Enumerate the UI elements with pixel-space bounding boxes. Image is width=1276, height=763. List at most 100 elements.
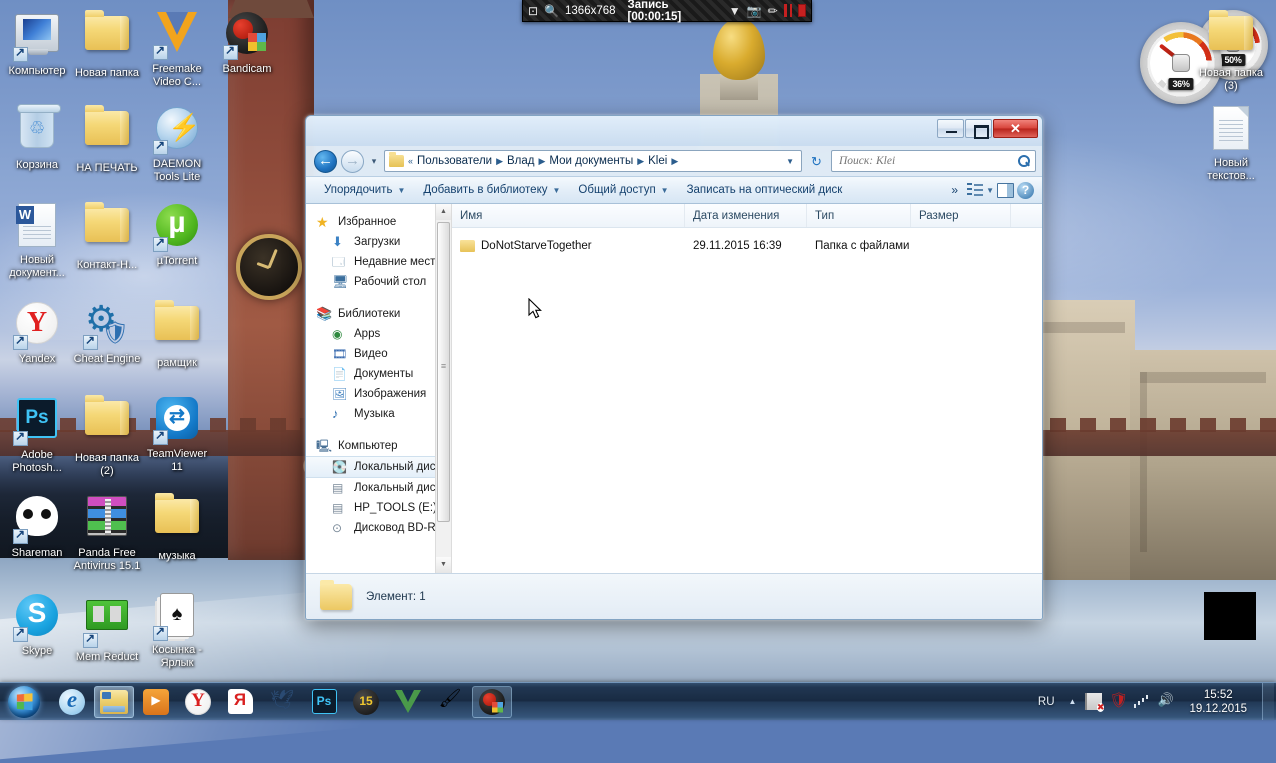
taskbar[interactable]: RU ▲ 15:52 19.12.2015 bbox=[0, 682, 1276, 720]
sidebar-item-local-disk-c[interactable]: 💽 Локальный диск bbox=[306, 456, 451, 478]
camera-icon[interactable]: 📷 bbox=[747, 4, 762, 18]
desktop-icon-ramshchik[interactable]: рамщик bbox=[142, 298, 212, 370]
target-window-icon[interactable]: ⊡ bbox=[528, 4, 538, 18]
volume-icon[interactable] bbox=[1157, 692, 1174, 710]
organize-button[interactable]: Упорядочить ▼ bbox=[316, 179, 413, 201]
taskbar-item-bird-app[interactable] bbox=[262, 686, 302, 718]
taskbar-item-freemake[interactable] bbox=[388, 686, 428, 718]
back-button[interactable] bbox=[314, 149, 337, 173]
show-hidden-icons-icon[interactable]: ▲ bbox=[1067, 697, 1079, 706]
taskbar-item-game-15[interactable] bbox=[346, 686, 386, 718]
taskbar-item-yandex[interactable] bbox=[220, 686, 260, 718]
forward-button[interactable] bbox=[341, 149, 364, 173]
magnifier-icon[interactable]: 🔍 bbox=[544, 4, 559, 18]
desktop-icon-teamviewer[interactable]: TeamViewer 11 bbox=[142, 393, 212, 473]
scroll-down-icon[interactable]: ▼ bbox=[436, 557, 451, 573]
sidebar-item-optical-drive[interactable]: ⊙ Дисковод BD-RO bbox=[306, 518, 451, 538]
file-rows[interactable]: DoNotStarveTogether 29.11.2015 16:39 Пап… bbox=[452, 228, 1042, 573]
table-row[interactable]: DoNotStarveTogether 29.11.2015 16:39 Пап… bbox=[452, 236, 1042, 256]
desktop-icon-novyy-dokument[interactable]: Новый документ... bbox=[2, 200, 72, 279]
action-center-icon[interactable] bbox=[1085, 693, 1105, 712]
chevron-down-icon[interactable]: ▼ bbox=[729, 4, 741, 18]
start-orb[interactable] bbox=[0, 684, 48, 720]
desktop-icon-na-pechat[interactable]: НА ПЕЧАТЬ bbox=[72, 103, 142, 175]
sidebar-item-favorites[interactable]: ★ Избранное bbox=[306, 212, 451, 232]
taskbar-item-windows-explorer[interactable] bbox=[94, 685, 134, 718]
clock[interactable]: 15:52 19.12.2015 bbox=[1181, 688, 1255, 716]
breadcrumb-segment-users[interactable]: Пользователи bbox=[415, 154, 494, 168]
sidebar-item-hp-tools-e[interactable]: ▤ HP_TOOLS (E:) bbox=[306, 498, 451, 518]
desktop-icon-kontakt[interactable]: Контакт-Н... bbox=[72, 200, 142, 272]
pencil-icon[interactable]: ✏ bbox=[768, 4, 778, 18]
desktop-icon-novaya-papka-3[interactable]: Новая папка (3) bbox=[1196, 8, 1266, 92]
desktop-icon-bandicam[interactable]: Bandicam bbox=[212, 8, 282, 76]
sidebar-item-video[interactable]: 🎞 Видео bbox=[306, 344, 451, 364]
taskbar-item-paint[interactable] bbox=[430, 686, 470, 718]
toolbar-overflow-button[interactable]: » bbox=[945, 179, 964, 201]
desktop-icon-novaya-papka-2[interactable]: Новая папка (2) bbox=[72, 393, 142, 477]
taskbar-item-internet-explorer[interactable] bbox=[52, 686, 92, 718]
file-list-pane[interactable]: Имя Дата изменения Тип Размер DoNotStarv… bbox=[452, 204, 1042, 573]
desktop-icon-muzyka[interactable]: музыка bbox=[142, 491, 212, 563]
language-indicator[interactable]: RU bbox=[1033, 693, 1060, 711]
column-header-type[interactable]: Тип bbox=[807, 204, 911, 227]
network-icon[interactable] bbox=[1133, 693, 1150, 710]
taskbar-item-yandex-browser[interactable] bbox=[178, 686, 218, 718]
breadcrumb-segment-documents[interactable]: Мои документы bbox=[547, 154, 635, 168]
desktop-icon-panda-antivirus[interactable]: Panda Free Antivirus 15.1 bbox=[72, 491, 142, 572]
list-view-icon[interactable] bbox=[967, 183, 984, 197]
sidebar-item-apps[interactable]: ◉ Apps bbox=[306, 324, 451, 344]
share-button[interactable]: Общий доступ ▼ bbox=[570, 179, 676, 201]
desktop-icon-shareman[interactable]: Shareman bbox=[2, 491, 72, 560]
refresh-icon[interactable]: ↻ bbox=[806, 151, 827, 172]
maximize-button[interactable] bbox=[965, 119, 992, 139]
stop-icon[interactable] bbox=[797, 4, 806, 17]
desktop-icon-cheat-engine[interactable]: Cheat Engine bbox=[72, 298, 142, 366]
sidebar-item-documents[interactable]: 📄 Документы bbox=[306, 364, 451, 384]
desktop-icon-utorrent[interactable]: µTorrent bbox=[142, 200, 212, 268]
navigation-pane-scrollbar[interactable]: ▲ ▼ bbox=[435, 204, 451, 573]
navigation-pane[interactable]: ★ Избранное ⬇ Загрузки 🗔 Недавние места … bbox=[306, 204, 452, 573]
sidebar-item-recent-places[interactable]: 🗔 Недавние места bbox=[306, 252, 451, 272]
desktop-icon-recycle-bin[interactable]: Корзина bbox=[2, 103, 72, 172]
column-header-date[interactable]: Дата изменения bbox=[685, 204, 807, 227]
sidebar-item-desktop[interactable]: 🖥 Рабочий стол bbox=[306, 272, 451, 292]
sidebar-item-local-disk-d[interactable]: ▤ Локальный диск bbox=[306, 478, 451, 498]
desktop-icon-mem-reduct[interactable]: Mem Reduct bbox=[72, 590, 142, 664]
desktop-icon-novyy-tekstovyy[interactable]: Новый текстов... bbox=[1196, 103, 1266, 182]
close-button[interactable] bbox=[993, 119, 1038, 138]
chevron-down-icon[interactable]: ▼ bbox=[986, 186, 994, 195]
search-box[interactable] bbox=[831, 150, 1036, 172]
desktop-icon-freemake[interactable]: Freemake Video C... bbox=[142, 8, 212, 88]
taskbar-item-media-player[interactable] bbox=[136, 686, 176, 718]
scroll-up-icon[interactable]: ▲ bbox=[436, 204, 451, 220]
sidebar-item-music[interactable]: ♪ Музыка bbox=[306, 404, 451, 424]
windows-explorer-window[interactable]: ▾ « Пользователи ▶ Влад ▶ Мои документы … bbox=[305, 115, 1043, 620]
bandicam-recording-bar[interactable]: ⊡ 🔍 1366x768 Запись [00:00:15] ▼ 📷 ✏ bbox=[522, 0, 812, 23]
breadcrumb-segment-klei[interactable]: Klei bbox=[646, 154, 669, 168]
add-to-library-button[interactable]: Добавить в библиотеку ▼ bbox=[415, 179, 568, 201]
breadcrumb-overflow[interactable]: « bbox=[407, 156, 414, 166]
column-header-size[interactable]: Размер bbox=[911, 204, 1011, 227]
scroll-thumb[interactable] bbox=[437, 222, 450, 522]
burn-to-disc-button[interactable]: Записать на оптический диск bbox=[679, 179, 851, 201]
help-icon[interactable]: ? bbox=[1017, 181, 1034, 199]
taskbar-item-bandicam[interactable] bbox=[472, 685, 512, 718]
minimize-button[interactable] bbox=[937, 119, 964, 138]
history-dropdown-icon[interactable]: ▾ bbox=[368, 156, 380, 167]
sidebar-item-libraries[interactable]: 📚 Библиотеки bbox=[306, 304, 451, 324]
sidebar-item-pictures[interactable]: 🖼 Изображения bbox=[306, 384, 451, 404]
sidebar-item-downloads[interactable]: ⬇ Загрузки bbox=[306, 232, 451, 252]
antivirus-shield-icon[interactable] bbox=[1109, 691, 1128, 710]
window-titlebar[interactable] bbox=[306, 116, 1042, 146]
search-input[interactable] bbox=[839, 155, 1018, 167]
desktop-icon-computer[interactable]: Компьютер bbox=[2, 8, 72, 78]
desktop-icon-kosynka[interactable]: Косынка - Ярлык bbox=[142, 590, 212, 669]
chevron-down-icon[interactable]: ▼ bbox=[781, 157, 799, 166]
desktop-icon-skype[interactable]: Skype bbox=[2, 590, 72, 658]
taskbar-item-photoshop[interactable] bbox=[304, 686, 344, 718]
breadcrumb[interactable]: « Пользователи ▶ Влад ▶ Мои документы ▶ … bbox=[384, 150, 802, 172]
sidebar-item-computer[interactable]: 🖳 Компьютер bbox=[306, 436, 451, 456]
pause-icon[interactable] bbox=[783, 4, 792, 17]
preview-pane-icon[interactable] bbox=[997, 182, 1014, 198]
